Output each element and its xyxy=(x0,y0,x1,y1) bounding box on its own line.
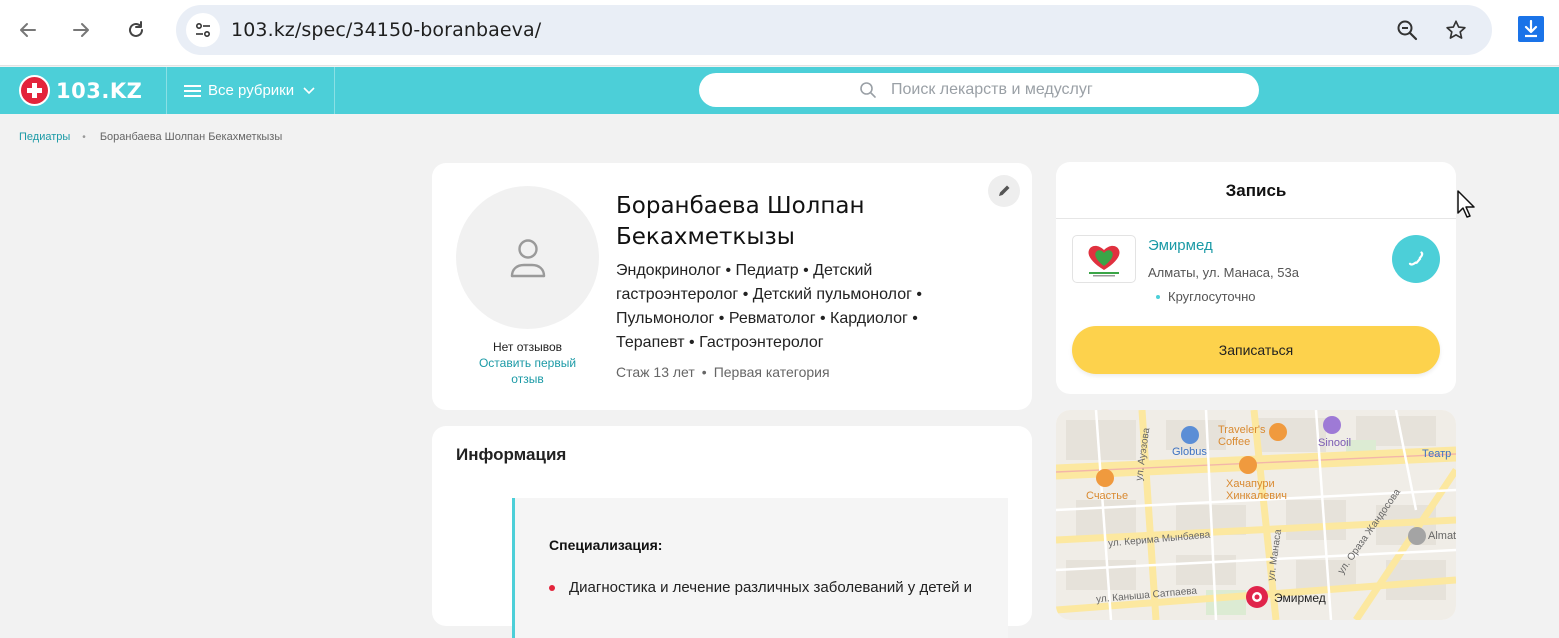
clinic-logo[interactable] xyxy=(1072,235,1136,283)
search-input[interactable]: Поиск лекарств и медуслуг xyxy=(699,73,1259,107)
reload-icon[interactable] xyxy=(118,12,154,48)
breadcrumb: Педиатры • Боранбаева Шолпан Бекахметкыз… xyxy=(19,131,282,143)
forward-arrow-icon[interactable] xyxy=(63,12,99,48)
list-item: Диагностика и лечение различных заболева… xyxy=(549,579,972,596)
search-placeholder: Поиск лекарств и медуслуг xyxy=(891,81,1093,98)
doctor-specialties: Эндокринолог • Педиатр • Детский гастроэ… xyxy=(616,262,922,351)
map-label-emirmed: Эмирмед xyxy=(1274,591,1326,605)
status-dot-icon xyxy=(1156,294,1160,299)
clinic-address: Алматы, ул. Манаса, 53а xyxy=(1148,265,1299,280)
map-label-sinooil: Sinooil xyxy=(1318,437,1352,449)
pencil-icon xyxy=(999,185,1010,196)
map-label-teatr: Театр xyxy=(1422,448,1452,460)
mouse-cursor-icon xyxy=(1456,189,1478,224)
booking-title: Запись xyxy=(1225,181,1287,200)
cross-logo-icon xyxy=(19,75,50,106)
doctor-profile-card: Нет отзывов Оставить первый отзыв Боранб… xyxy=(432,163,1032,410)
breadcrumb-link-pediatrics[interactable]: Педиатры xyxy=(19,131,70,143)
url-text[interactable]: 103.kz/spec/34150-boranbaeva/ xyxy=(231,19,541,41)
info-quote-box: Специализация: Диагностика и лечение раз… xyxy=(512,498,1008,638)
info-title: Информация xyxy=(456,445,567,464)
clinic-name-link[interactable]: Эмирмед xyxy=(1148,237,1213,254)
map-label-travelers: Traveler's Coffee xyxy=(1218,424,1266,448)
call-button[interactable] xyxy=(1392,235,1440,283)
map-label-globus: Globus xyxy=(1172,446,1207,458)
doctor-category: Первая категория xyxy=(713,364,830,380)
breadcrumb-current: Боранбаева Шолпан Бекахметкызы xyxy=(99,131,283,143)
list-item-text: Диагностика и лечение различных заболева… xyxy=(569,579,973,596)
phone-icon xyxy=(1408,251,1424,266)
all-rubrics-menu[interactable]: Все рубрики xyxy=(184,82,315,99)
site-settings-icon[interactable] xyxy=(186,13,220,47)
site-logo[interactable]: 103.KZ xyxy=(19,75,142,106)
back-arrow-icon[interactable] xyxy=(10,12,46,48)
zoom-icon[interactable] xyxy=(1394,17,1420,43)
bullet-icon xyxy=(549,584,555,591)
download-icon[interactable] xyxy=(1518,16,1544,42)
map-label-almat: Almat xyxy=(1428,530,1456,542)
logo-text: 103.KZ xyxy=(56,78,143,103)
search-icon xyxy=(860,82,876,98)
clinic-heart-logo-icon xyxy=(1088,245,1120,277)
header-divider xyxy=(334,67,335,114)
map[interactable]: Traveler's Coffee Sinooil Globus Театр Ха… xyxy=(1056,410,1456,620)
leave-review-link[interactable]: Оставить первый отзыв xyxy=(466,355,589,387)
header-divider xyxy=(166,67,167,114)
information-card: Информация Специализация: Диагностика и … xyxy=(432,426,1032,638)
site-header: 103.KZ Все рубрики Поиск лекарств и меду… xyxy=(0,67,1559,114)
doctor-name: Боранбаева Шолпан Бекахметкызы xyxy=(616,193,865,250)
map-label-schastie: Счастье xyxy=(1086,490,1129,502)
book-appointment-button[interactable]: Записаться xyxy=(1072,326,1440,374)
hamburger-icon xyxy=(184,84,201,97)
bookmark-star-icon[interactable] xyxy=(1443,17,1469,43)
user-placeholder-icon xyxy=(510,238,545,277)
breadcrumb-separator: • xyxy=(82,131,86,143)
avatar xyxy=(456,186,599,329)
map-label-khachapuri: Хачапури Хинкалевич xyxy=(1226,478,1287,502)
rubrics-label: Все рубрики xyxy=(208,82,295,99)
divider xyxy=(1056,218,1456,219)
no-reviews-text: Нет отзывов xyxy=(492,340,563,354)
experience-info: Стаж 13 лет • Первая категория xyxy=(616,364,830,380)
clinic-hours: Круглосуточно xyxy=(1156,289,1256,304)
browser-toolbar: 103.kz/spec/34150-boranbaeva/ xyxy=(0,0,1559,66)
booking-card: Запись Эмирмед Алматы, ул. Манаса, 53а К… xyxy=(1056,162,1456,394)
address-bar[interactable]: 103.kz/spec/34150-boranbaeva/ xyxy=(176,5,1492,55)
clinic-hours-text: Круглосуточно xyxy=(1168,289,1256,304)
experience-years: Стаж 13 лет xyxy=(616,364,695,380)
chevron-down-icon xyxy=(303,86,315,94)
specialization-title: Специализация: xyxy=(549,537,663,553)
